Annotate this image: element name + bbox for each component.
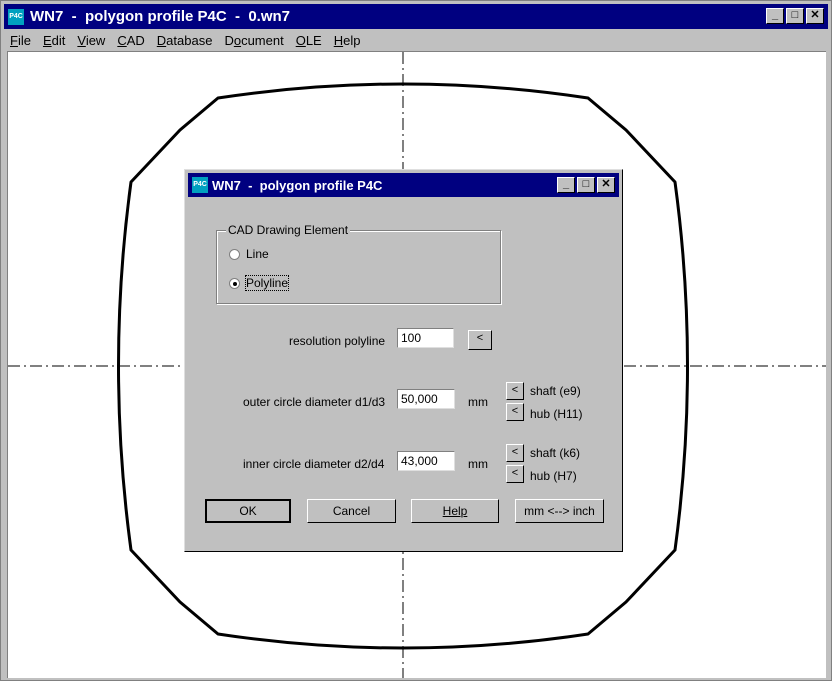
unit-toggle-button[interactable]: mm <--> inch xyxy=(515,499,604,523)
inner-diameter-input[interactable]: 43,000 xyxy=(397,451,455,471)
outer-diameter-input[interactable]: 50,000 xyxy=(397,389,455,409)
inner-hub-label: hub (H7) xyxy=(530,469,577,483)
radio-line[interactable]: Line xyxy=(229,247,269,261)
resolution-arrow-button[interactable]: < xyxy=(468,330,492,350)
group-title: CAD Drawing Element xyxy=(226,223,351,237)
radio-polyline-label: Polyline xyxy=(244,275,290,291)
inner-shaft-label: shaft (k6) xyxy=(530,446,581,460)
radio-line-circle[interactable] xyxy=(229,248,240,260)
window-title: WN7 - polygon profile P4C - 0.wn7 xyxy=(30,8,291,25)
ok-button[interactable]: OK xyxy=(205,499,291,523)
dialog-minimize-button[interactable]: _ xyxy=(557,177,575,193)
inner-diameter-label: inner circle diameter d2/d4 xyxy=(243,457,385,471)
inner-shaft-arrow-button[interactable]: < xyxy=(506,444,524,462)
outer-hub-arrow-button[interactable]: < xyxy=(506,403,524,421)
dialog-title-bar[interactable]: P4C WN7 - polygon profile P4C _ □ ✕ xyxy=(188,173,619,197)
inner-hub-arrow-button[interactable]: < xyxy=(506,465,524,483)
menu-edit[interactable]: Edit xyxy=(37,33,71,48)
radio-polyline-circle[interactable] xyxy=(229,277,240,289)
menu-view[interactable]: View xyxy=(71,33,111,48)
radio-polyline[interactable]: Polyline xyxy=(229,275,290,291)
close-button[interactable]: ✕ xyxy=(806,8,824,24)
outer-diameter-label: outer circle diameter d1/d3 xyxy=(243,395,386,409)
main-title-bar[interactable]: P4C WN7 - polygon profile P4C - 0.wn7 _ … xyxy=(4,4,828,29)
inner-unit: mm xyxy=(468,457,488,471)
menu-cad[interactable]: CAD xyxy=(111,33,150,48)
outer-shaft-label: shaft (e9) xyxy=(530,384,581,398)
menu-bar: File Edit View CAD Database Document OLE… xyxy=(4,30,828,50)
resolution-label: resolution polyline xyxy=(289,334,386,348)
menu-ole[interactable]: OLE xyxy=(290,33,328,48)
cancel-button[interactable]: Cancel xyxy=(307,499,396,523)
radio-selected-dot xyxy=(233,281,237,286)
app-icon: P4C xyxy=(8,9,24,25)
outer-unit: mm xyxy=(468,395,488,409)
menu-document[interactable]: Document xyxy=(218,33,289,48)
maximize-button[interactable]: □ xyxy=(786,8,804,24)
dialog-app-icon: P4C xyxy=(192,177,208,193)
polygon-profile-dialog: P4C WN7 - polygon profile P4C _ □ ✕ CAD … xyxy=(184,169,623,552)
help-button-label: Help xyxy=(442,504,468,518)
help-button[interactable]: Help xyxy=(411,499,499,523)
dialog-maximize-button[interactable]: □ xyxy=(577,177,595,193)
dialog-title: WN7 - polygon profile P4C xyxy=(212,178,383,193)
dialog-close-button[interactable]: ✕ xyxy=(597,177,615,193)
cad-drawing-element-group: CAD Drawing Element Line Polyline xyxy=(216,223,501,304)
minimize-button[interactable]: _ xyxy=(766,8,784,24)
outer-hub-label: hub (H11) xyxy=(530,407,583,421)
menu-help[interactable]: Help xyxy=(328,33,367,48)
resolution-input[interactable]: 100 xyxy=(397,328,454,348)
menu-file[interactable]: File xyxy=(4,33,37,48)
radio-line-label: Line xyxy=(246,247,269,261)
menu-database[interactable]: Database xyxy=(151,33,219,48)
outer-shaft-arrow-button[interactable]: < xyxy=(506,382,524,400)
